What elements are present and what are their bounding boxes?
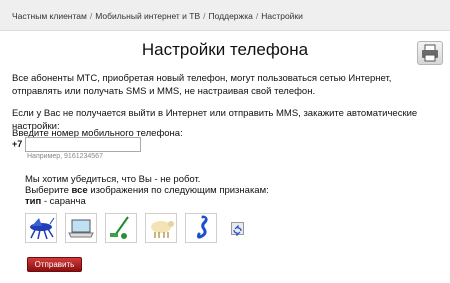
captcha-criterion: тип - саранча bbox=[25, 195, 86, 208]
breadcrumb-support[interactable]: Поддержка bbox=[209, 11, 253, 21]
page-title: Настройки телефона bbox=[141, 40, 309, 59]
captcha-image-seahorse[interactable] bbox=[185, 213, 217, 243]
captcha-criterion-value: - саранча bbox=[41, 196, 86, 207]
intro-text: Все абоненты МТС, приобретая новый телеф… bbox=[12, 73, 392, 97]
captcha-image-locust[interactable] bbox=[25, 213, 57, 243]
breadcrumb-separator: / bbox=[89, 11, 93, 21]
breadcrumb-separator: / bbox=[203, 11, 206, 21]
locust-icon bbox=[30, 217, 55, 240]
printer-icon bbox=[422, 44, 438, 62]
breadcrumb: Частным клиентам / Мобильный интернет и ТВ… bbox=[12, 11, 303, 21]
laptop-icon bbox=[68, 219, 94, 238]
refresh-icon bbox=[233, 224, 242, 237]
phone-input[interactable] bbox=[25, 137, 141, 152]
breadcrumb-settings: Настройки bbox=[261, 11, 303, 21]
top-bar: Частным клиентам / Мобильный интернет и ТВ… bbox=[0, 0, 450, 31]
golf-club-icon bbox=[110, 216, 129, 239]
breadcrumb-separator: / bbox=[255, 11, 259, 21]
captcha-image-laptop[interactable] bbox=[65, 213, 97, 243]
phone-prefix: +7 bbox=[12, 139, 23, 149]
captcha-image-sheep[interactable] bbox=[145, 213, 177, 243]
captcha-refresh-button[interactable] bbox=[231, 222, 244, 237]
captcha-criterion-key: тип bbox=[25, 196, 42, 207]
print-button[interactable] bbox=[417, 41, 443, 65]
submit-button[interactable]: Отправить bbox=[27, 257, 82, 272]
sheep-icon bbox=[151, 221, 174, 238]
breadcrumb-private-clients[interactable]: Частным клиентам bbox=[12, 11, 87, 21]
captcha-instruction-end: изображения по следующим признакам: bbox=[87, 185, 269, 196]
phone-hint: Например, 9161234567 bbox=[27, 153, 103, 160]
seahorse-icon bbox=[196, 215, 208, 239]
captcha-image-golf-club[interactable] bbox=[105, 213, 137, 243]
breadcrumb-mobile-internet-tv[interactable]: Мобильный интернет и ТВ bbox=[95, 11, 200, 21]
